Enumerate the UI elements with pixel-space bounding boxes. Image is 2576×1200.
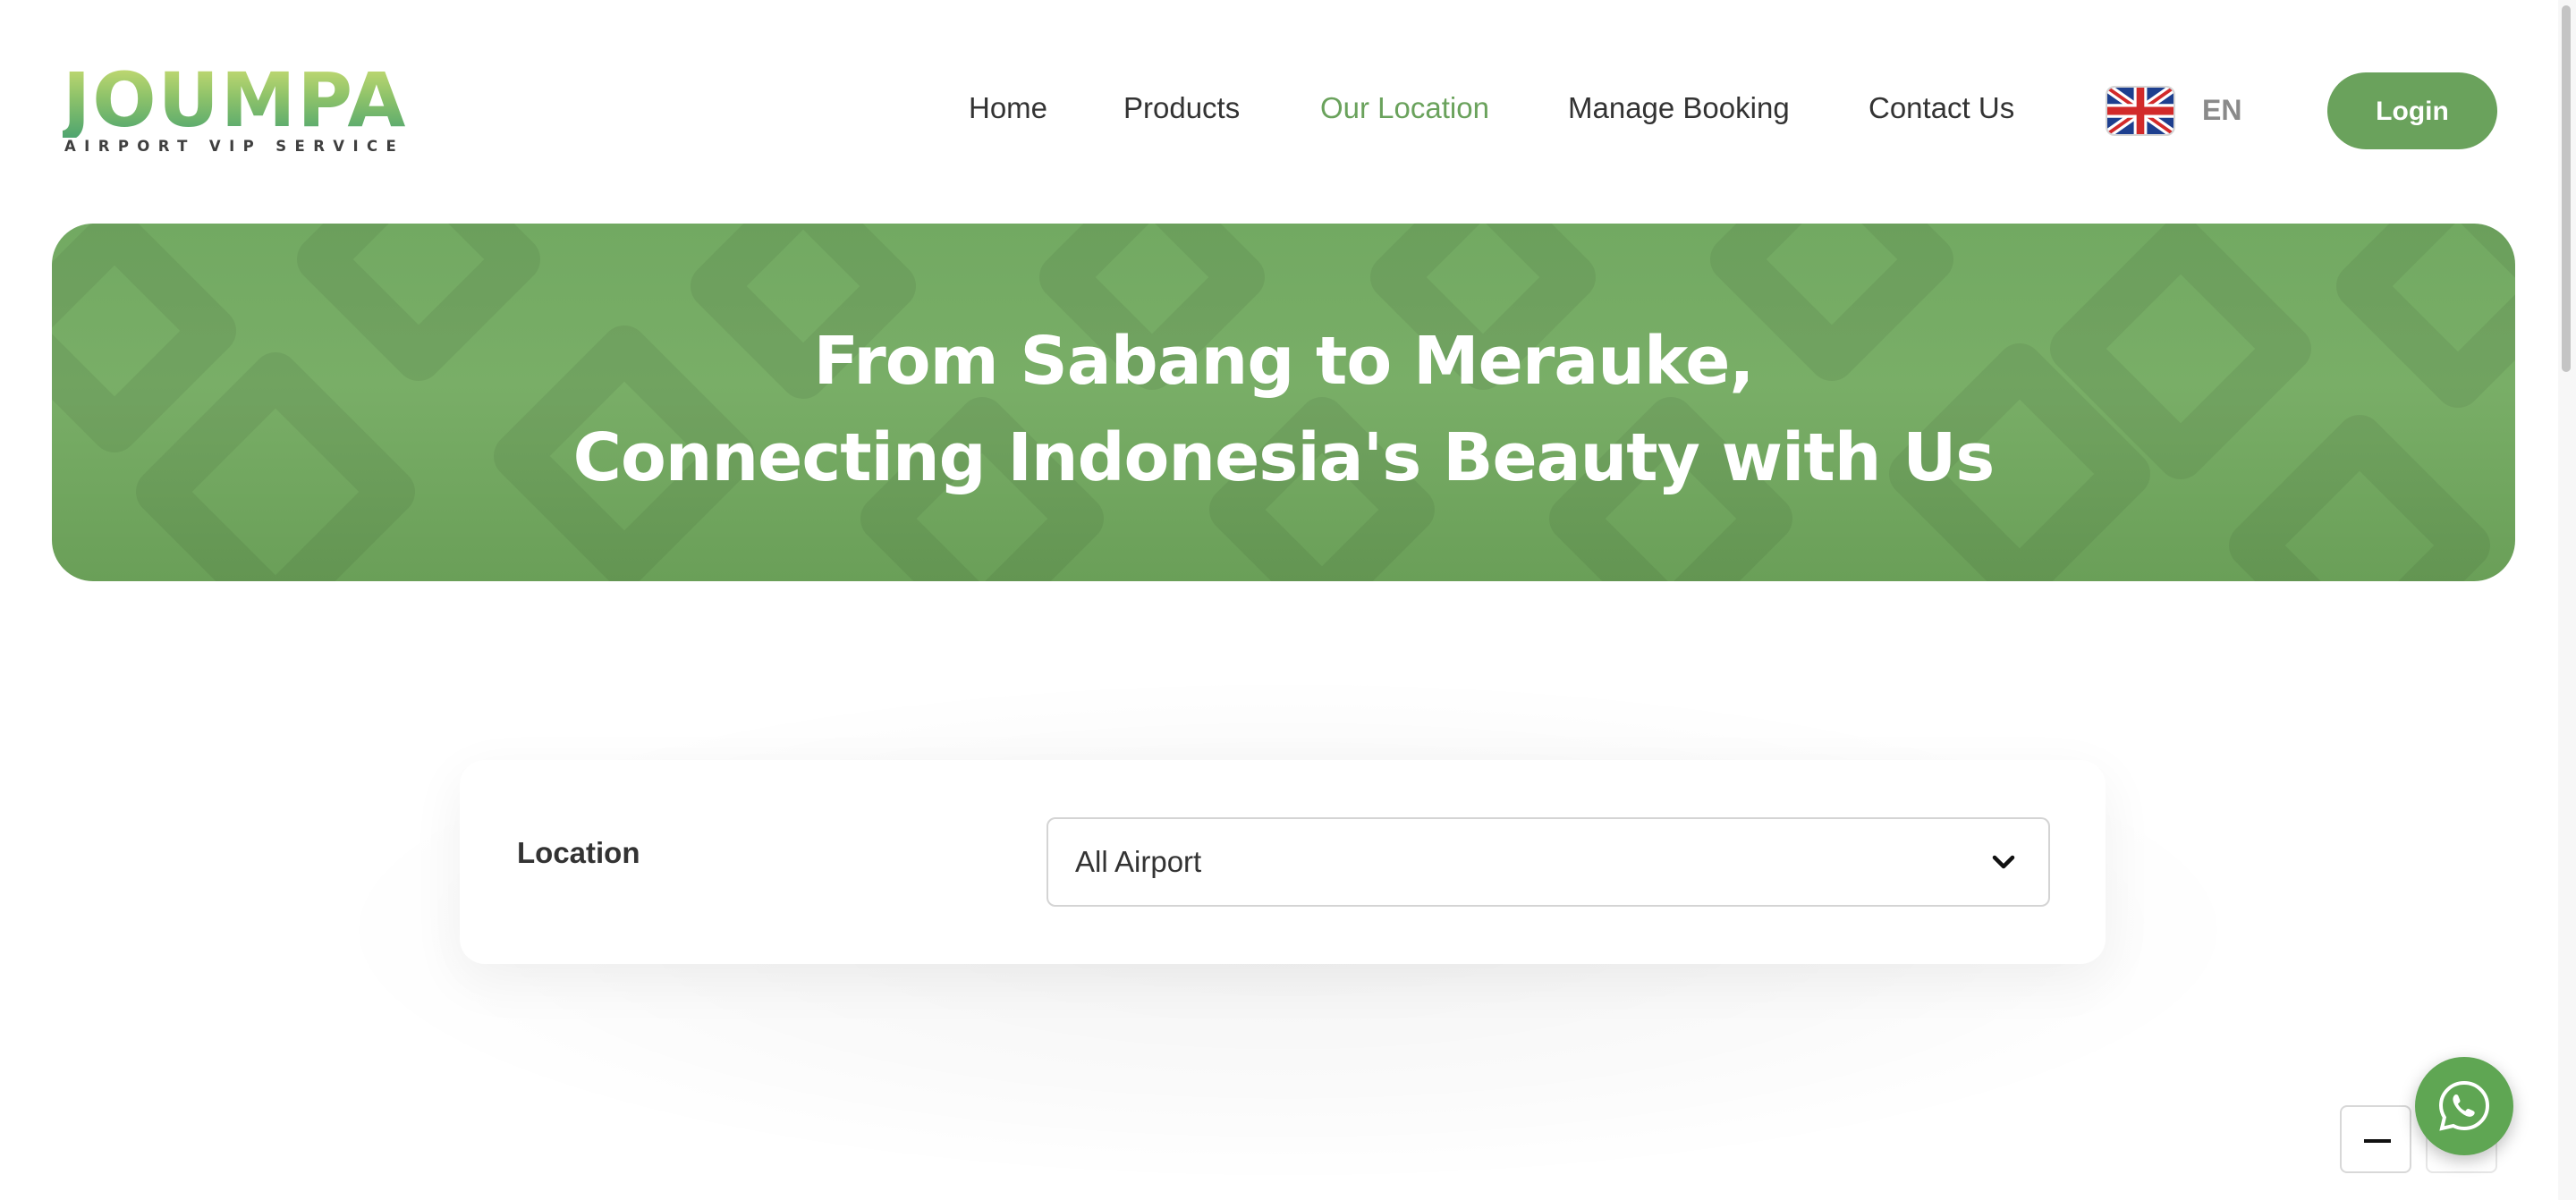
minimize-button[interactable] — [2340, 1105, 2411, 1173]
site-header: JOUMPA AIRPORT VIP SERVICE Home Products… — [0, 0, 2576, 224]
chevron-down-icon — [1992, 855, 2015, 869]
logo-wordmark: JOUMPA — [63, 56, 408, 144]
nav-manage-booking[interactable]: Manage Booking — [1568, 86, 1790, 131]
language-selector[interactable]: EN — [2202, 88, 2241, 132]
hero-title-line-1: From Sabang to Merauke, — [813, 323, 1754, 400]
hero-title: From Sabang to Merauke, Connecting Indon… — [52, 313, 2515, 506]
joumpa-logo[interactable]: JOUMPA AIRPORT VIP SERVICE — [63, 63, 405, 161]
location-select-value: All Airport — [1075, 845, 1202, 878]
nav-home[interactable]: Home — [969, 86, 1047, 131]
nav-our-location[interactable]: Our Location — [1320, 86, 1489, 131]
nav-products[interactable]: Products — [1123, 86, 1240, 131]
location-filter-card: Location All Airport — [460, 760, 2106, 964]
logo-tagline: AIRPORT VIP SERVICE — [64, 138, 405, 155]
whatsapp-chat-button[interactable] — [2415, 1057, 2513, 1155]
uk-flag-icon[interactable] — [2106, 86, 2175, 136]
nav-contact-us[interactable]: Contact Us — [1868, 86, 2014, 131]
hero-title-line-2: Connecting Indonesia's Beauty with Us — [572, 419, 1996, 496]
location-select[interactable]: All Airport — [1046, 817, 2050, 907]
whatsapp-icon — [2438, 1080, 2490, 1131]
location-label: Location — [517, 836, 640, 869]
scrollbar-thumb[interactable] — [2562, 5, 2571, 372]
minus-icon — [2364, 1139, 2391, 1143]
page-scrollbar[interactable] — [2558, 0, 2576, 1200]
hero-banner: From Sabang to Merauke, Connecting Indon… — [52, 224, 2515, 581]
login-button[interactable]: Login — [2327, 72, 2497, 149]
